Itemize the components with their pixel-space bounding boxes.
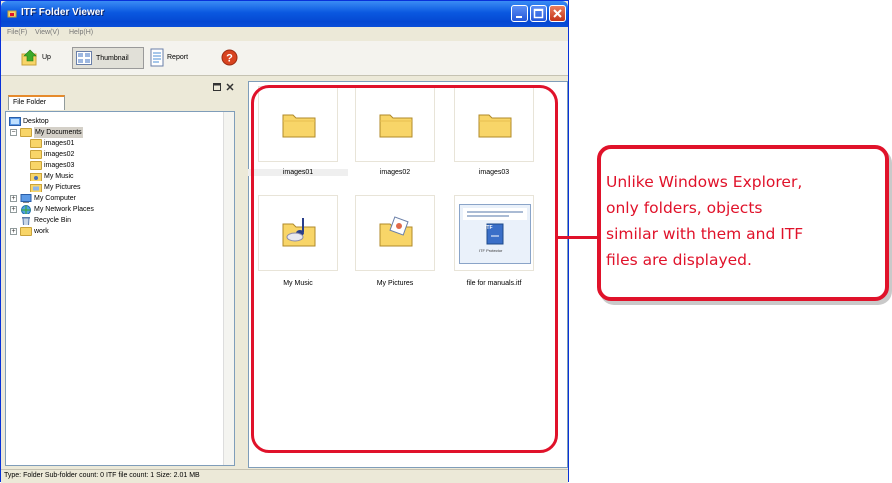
- thumbnail-label: Thumbnail: [96, 55, 129, 62]
- close-button[interactable]: [549, 5, 566, 22]
- collapse-icon[interactable]: −: [10, 129, 17, 136]
- folder-icon: [20, 128, 32, 137]
- tree-item-my-music[interactable]: My Music: [30, 171, 180, 182]
- close-icon: [553, 9, 562, 18]
- menu-view[interactable]: View(V): [35, 29, 59, 36]
- close-pane-icon[interactable]: [226, 83, 234, 91]
- svg-text:?: ?: [226, 53, 233, 65]
- folder-icon: [20, 227, 32, 236]
- app-icon: [7, 10, 17, 18]
- expand-icon[interactable]: +: [10, 195, 17, 202]
- callout-box: Unlike Windows Explorer, only folders, o…: [597, 145, 889, 301]
- tree-item-work[interactable]: + work: [9, 226, 209, 237]
- up-folder-icon: [21, 49, 37, 66]
- expand-icon[interactable]: +: [10, 228, 17, 235]
- up-button[interactable]: Up: [19, 47, 67, 69]
- pictures-folder-icon: [30, 184, 42, 192]
- folder-pane: File Folder Desktop − My Documents image…: [1, 81, 245, 468]
- menu-help[interactable]: Help(H): [69, 29, 93, 36]
- callout-connector: [557, 236, 599, 239]
- callout-line: files are displayed.: [606, 251, 752, 269]
- help-icon: ?: [221, 49, 238, 66]
- computer-icon: [20, 194, 32, 203]
- callout-line: similar with them and ITF: [606, 225, 804, 243]
- recycle-bin-icon: [22, 217, 30, 225]
- tree-item-my-computer[interactable]: + My Computer: [9, 193, 209, 204]
- music-folder-icon: [30, 173, 42, 181]
- tree-item-my-pictures[interactable]: My Pictures: [30, 182, 180, 193]
- pane-tabs: File Folder: [5, 95, 241, 111]
- report-button[interactable]: Report: [148, 47, 198, 69]
- tree-item-desktop[interactable]: Desktop: [9, 116, 209, 127]
- folder-icon: [30, 139, 42, 148]
- thumbnail-view-icon: [76, 51, 92, 65]
- tab-file-folder[interactable]: File Folder: [8, 95, 65, 110]
- maximize-icon: [533, 8, 544, 19]
- help-button[interactable]: ?: [220, 47, 240, 69]
- folder-icon: [30, 150, 42, 159]
- callout-line: Unlike Windows Explorer,: [606, 173, 803, 191]
- tree-item-images01[interactable]: images01: [30, 138, 180, 149]
- tree-item-images03[interactable]: images03: [30, 160, 180, 171]
- menu-bar: File(F) View(V) Help(H): [1, 27, 568, 41]
- highlight-frame: [251, 85, 558, 453]
- minimize-icon: [516, 16, 522, 18]
- toolbar: Up Thumbnail Report ?: [1, 41, 568, 76]
- folder-tree[interactable]: Desktop − My Documents images01 images02…: [5, 111, 235, 466]
- tree-scrollbar[interactable]: [223, 112, 234, 465]
- menu-file[interactable]: File(F): [7, 29, 27, 36]
- float-pane-icon[interactable]: [213, 83, 221, 91]
- thumbnail-button[interactable]: Thumbnail: [72, 47, 144, 69]
- tree-item-my-documents[interactable]: − My Documents: [9, 127, 209, 138]
- up-label: Up: [42, 54, 51, 61]
- tree-item-recycle-bin[interactable]: Recycle Bin: [20, 215, 200, 226]
- pane-header: [1, 81, 245, 93]
- report-label: Report: [167, 54, 189, 61]
- maximize-button[interactable]: [530, 5, 547, 22]
- expand-icon[interactable]: +: [10, 206, 17, 213]
- folder-icon: [30, 161, 42, 170]
- network-icon: [21, 205, 31, 214]
- status-text: Type: Folder Sub-folder count: 0 ITF fil…: [4, 472, 200, 479]
- report-icon: [150, 48, 164, 67]
- title-bar[interactable]: ITF Folder Viewer: [1, 1, 568, 27]
- window-title: ITF Folder Viewer: [21, 7, 105, 18]
- tree-item-my-network-places[interactable]: + My Network Places: [9, 204, 209, 215]
- tree-item-images02[interactable]: images02: [30, 149, 180, 160]
- desktop-icon: [9, 117, 21, 126]
- minimize-button[interactable]: [511, 5, 528, 22]
- callout-line: only folders, objects: [606, 199, 763, 217]
- status-bar: Type: Folder Sub-folder count: 0 ITF fil…: [1, 469, 568, 483]
